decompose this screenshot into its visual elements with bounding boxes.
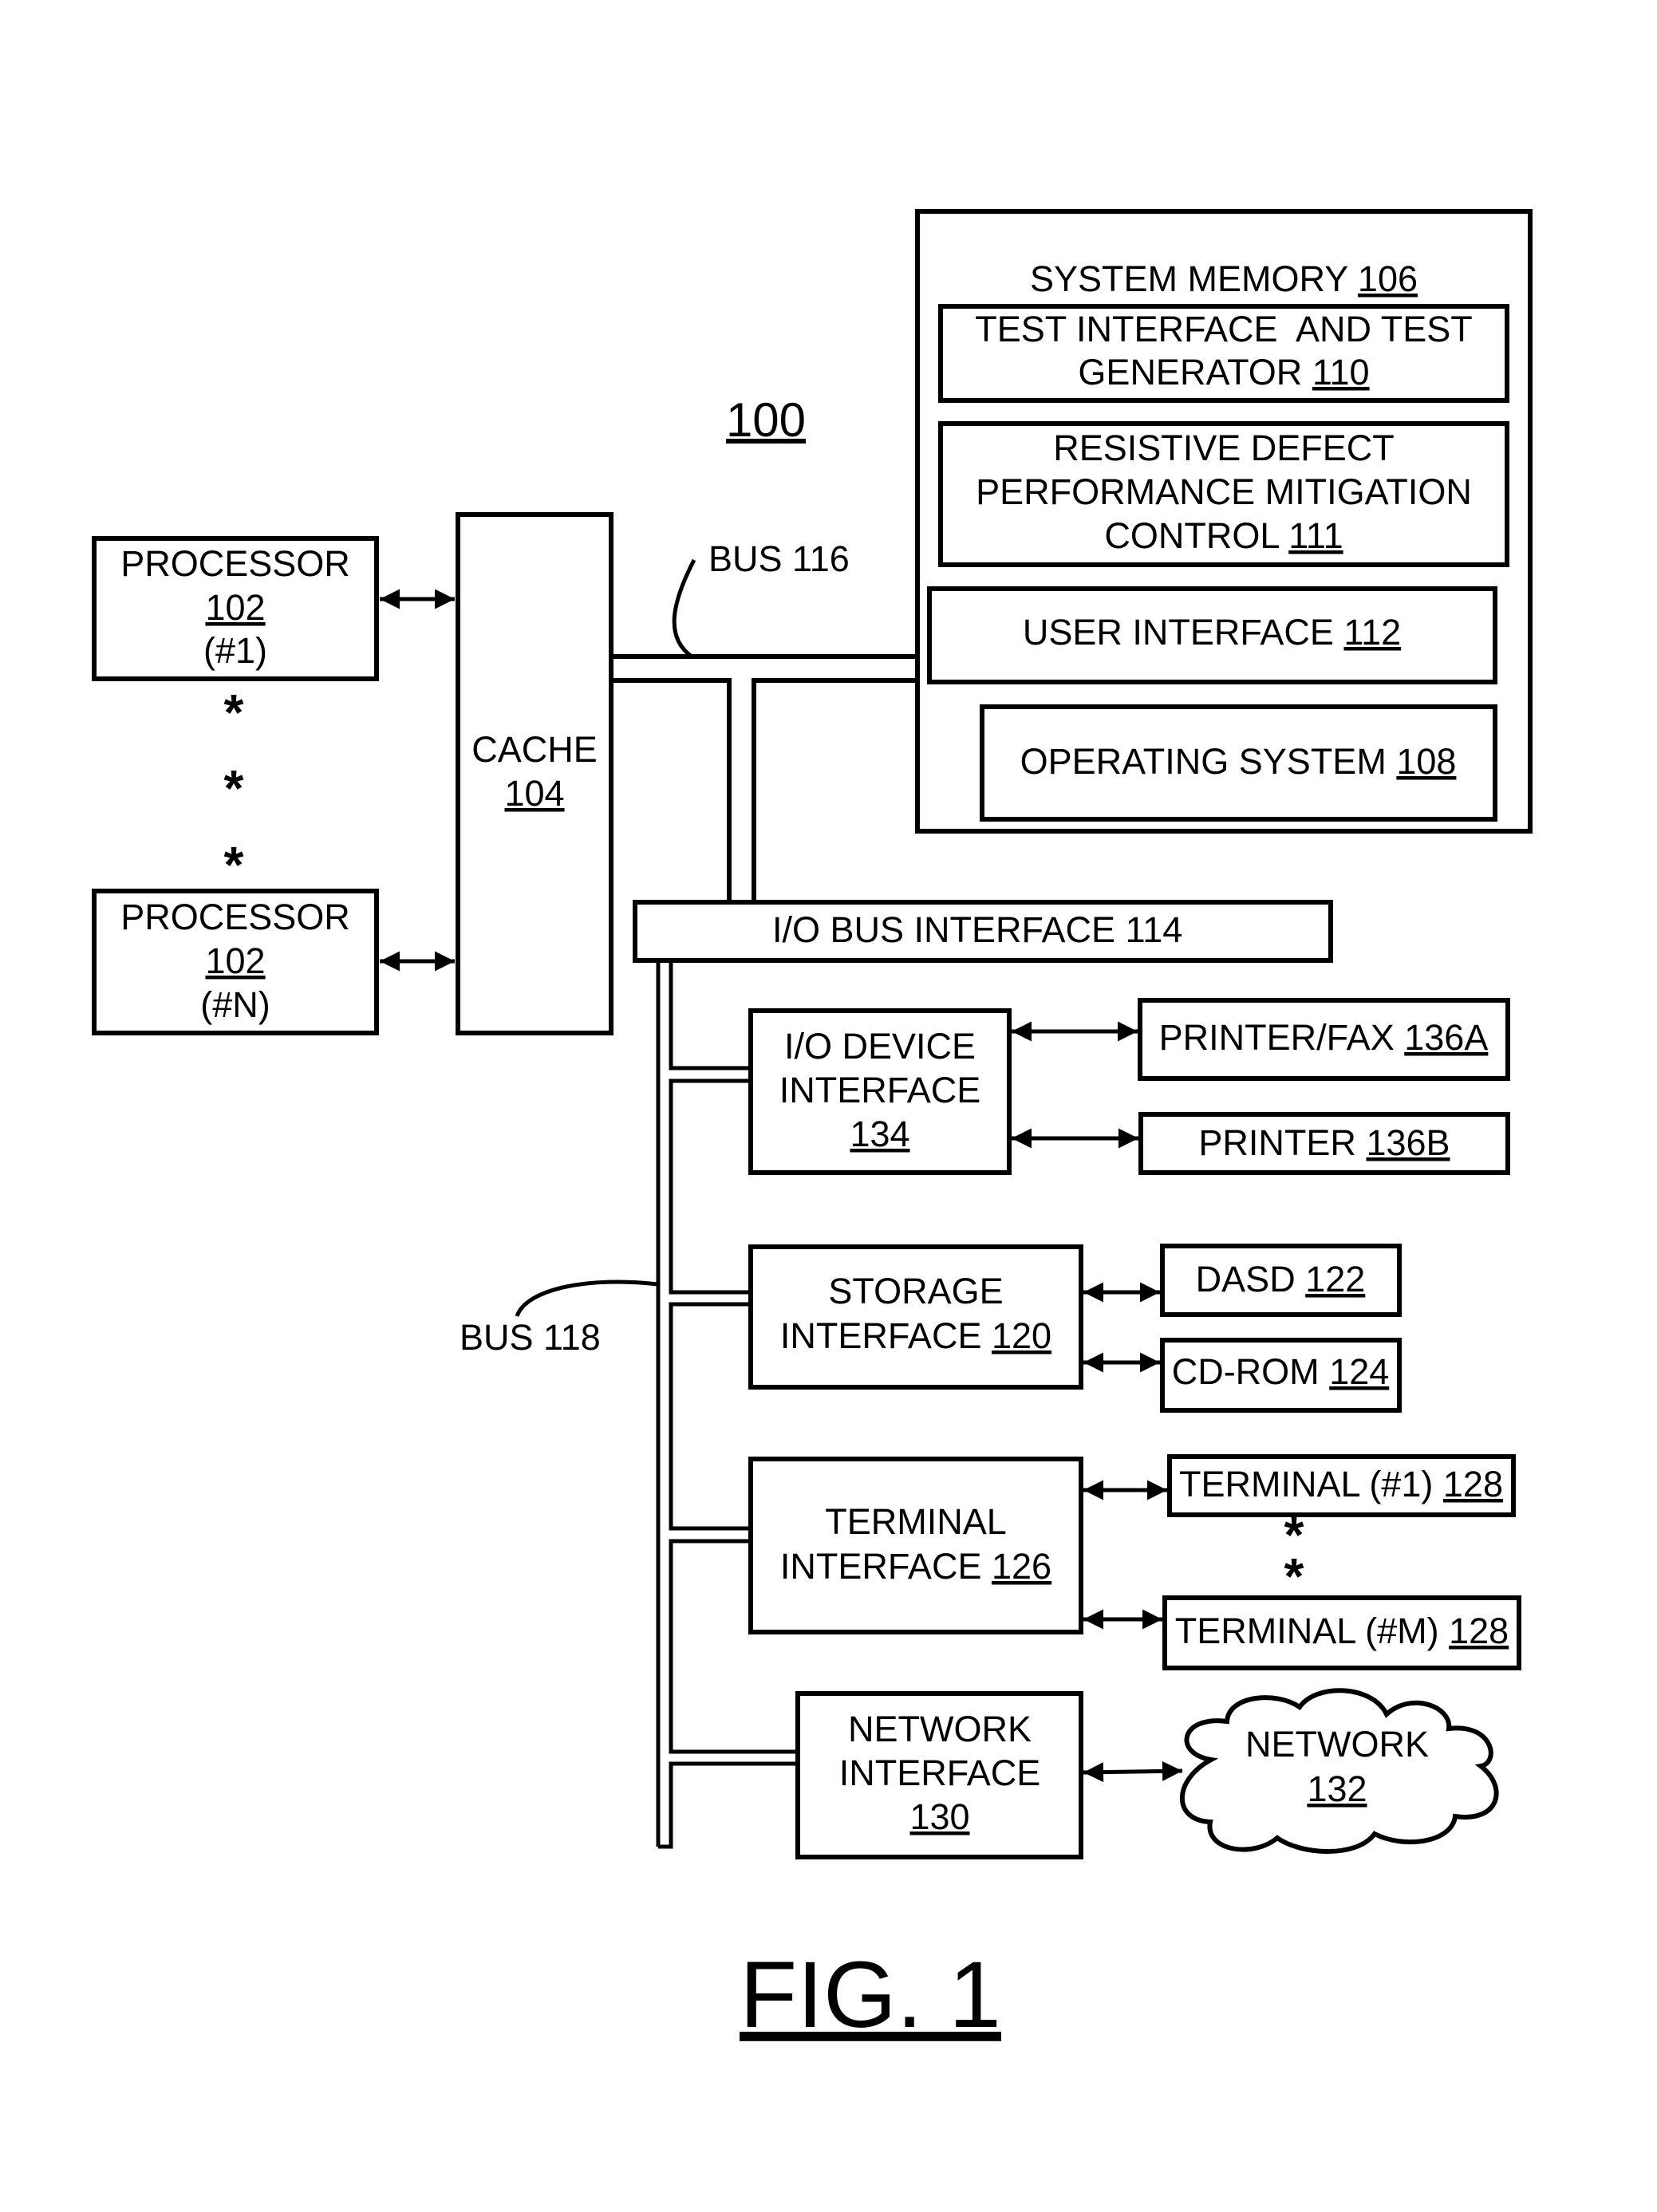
system-memory-block: SYSTEM MEMORY 106 TEST INTERFACE AND TES… — [915, 209, 1533, 834]
ellipsis-asterisk: * — [224, 836, 244, 893]
terminal-interface-block: TERMINAL INTERFACE 126 — [748, 1457, 1083, 1634]
system-memory-title: SYSTEM MEMORY 106 — [1030, 258, 1418, 299]
network-arrow — [1083, 1761, 1183, 1783]
dasd-block: DASD 122 — [1160, 1244, 1402, 1317]
network-interface-line2: INTERFACE — [839, 1753, 1041, 1793]
network-interface-line1: NETWORK — [848, 1709, 1032, 1749]
bus-118-branch — [669, 1302, 751, 1531]
cache-ref: 104 — [504, 773, 564, 814]
cdrom-block: CD-ROM 124 — [1160, 1338, 1402, 1413]
network-cloud: NETWORK 132 — [1180, 1688, 1499, 1854]
bus-118-label: BUS 118 — [460, 1317, 601, 1358]
io-device-interface-line2: INTERFACE — [779, 1070, 981, 1110]
processor-n-title: PROCESSOR — [120, 897, 350, 937]
cdrom-label: CD-ROM 124 — [1172, 1351, 1390, 1392]
bus-116-leader — [672, 558, 696, 659]
storage-interface-block: STORAGE INTERFACE 120 — [748, 1244, 1083, 1390]
bus-116-left-lower-line — [611, 678, 732, 902]
user-interface-label: USER INTERFACE 112 — [1023, 612, 1401, 653]
terminal-interface-line1: TERMINAL — [825, 1501, 1007, 1542]
io-device-interface-ref: 134 — [850, 1114, 909, 1154]
test-interface-line2: GENERATOR 110 — [1078, 352, 1369, 392]
printer-fax-block: PRINTER/FAX 136A — [1138, 998, 1510, 1081]
bus-118-branch — [658, 1761, 798, 1849]
io-device-interface-line1: I/O DEVICE — [784, 1026, 976, 1067]
processor-1-instance: (#1) — [203, 630, 267, 671]
test-interface-line1: TEST INTERFACE AND TEST — [975, 309, 1472, 349]
bus-118-leader — [515, 1279, 659, 1317]
io-device-interface-block: I/O DEVICE INTERFACE 134 — [748, 1008, 1012, 1175]
network-interface-ref: 130 — [909, 1796, 969, 1837]
bus-118: BUS 118 — [460, 960, 798, 1849]
processor-1-block: PROCESSOR 102 (#1) — [92, 536, 379, 681]
processor-n-instance: (#N) — [200, 984, 270, 1025]
terminal-1-label: TERMINAL (#1) 128 — [1179, 1464, 1503, 1504]
ellipsis-asterisk: * — [224, 759, 244, 817]
printer-fax-label: PRINTER/FAX 136A — [1159, 1017, 1489, 1058]
operating-system-label: OPERATING SYSTEM 108 — [1020, 741, 1457, 782]
terminal-m-label: TERMINAL (#M) 128 — [1175, 1611, 1509, 1651]
printer-block: PRINTER 136B — [1138, 1112, 1510, 1175]
cache-title: CACHE — [471, 729, 598, 770]
cache-block: CACHE 104 — [456, 512, 613, 1035]
system-reference-number: 100 — [726, 393, 806, 447]
network-interface-block: NETWORK INTERFACE 130 — [795, 1691, 1083, 1859]
bus-116-label: BUS 116 — [708, 538, 850, 579]
dasd-label: DASD 122 — [1196, 1259, 1366, 1299]
io-bus-interface-block: I/O BUS INTERFACE 114 — [633, 900, 1333, 963]
resistive-defect-line3: CONTROL 111 — [1104, 515, 1343, 556]
block-diagram: 100 PROCESSOR 102 (#1) * * * PROCESSOR 1… — [92, 209, 1533, 2048]
bus-118-branch — [669, 1078, 751, 1295]
bus-118-branch — [669, 960, 751, 1071]
terminal-1-block: TERMINAL (#1) 128 — [1167, 1454, 1516, 1517]
ellipsis-asterisk: * — [224, 684, 244, 741]
processor-n-ref: 102 — [205, 940, 265, 981]
processor-1-title: PROCESSOR — [120, 543, 350, 584]
terminal-interface-line2: INTERFACE 126 — [780, 1546, 1051, 1587]
bus-116: BUS 116 — [611, 538, 917, 902]
network-ref: 132 — [1307, 1768, 1367, 1809]
terminal-m-block: TERMINAL (#M) 128 — [1162, 1595, 1521, 1670]
storage-interface-line1: STORAGE — [828, 1271, 1003, 1311]
figure-label: FIG. 1 — [740, 1942, 1001, 2048]
io-bus-interface-label: I/O BUS INTERFACE 114 — [772, 909, 1182, 950]
processor-1-ref: 102 — [205, 587, 265, 628]
network-title: NETWORK — [1245, 1724, 1429, 1764]
resistive-defect-line2: PERFORMANCE MITIGATION — [976, 471, 1472, 512]
processor-n-block: PROCESSOR 102 (#N) — [92, 889, 379, 1035]
printer-label: PRINTER 136B — [1198, 1122, 1450, 1163]
bus-116-right-lower-line — [752, 678, 917, 902]
storage-interface-line2: INTERFACE 120 — [780, 1315, 1051, 1356]
resistive-defect-line1: RESISTIVE DEFECT — [1053, 428, 1395, 468]
